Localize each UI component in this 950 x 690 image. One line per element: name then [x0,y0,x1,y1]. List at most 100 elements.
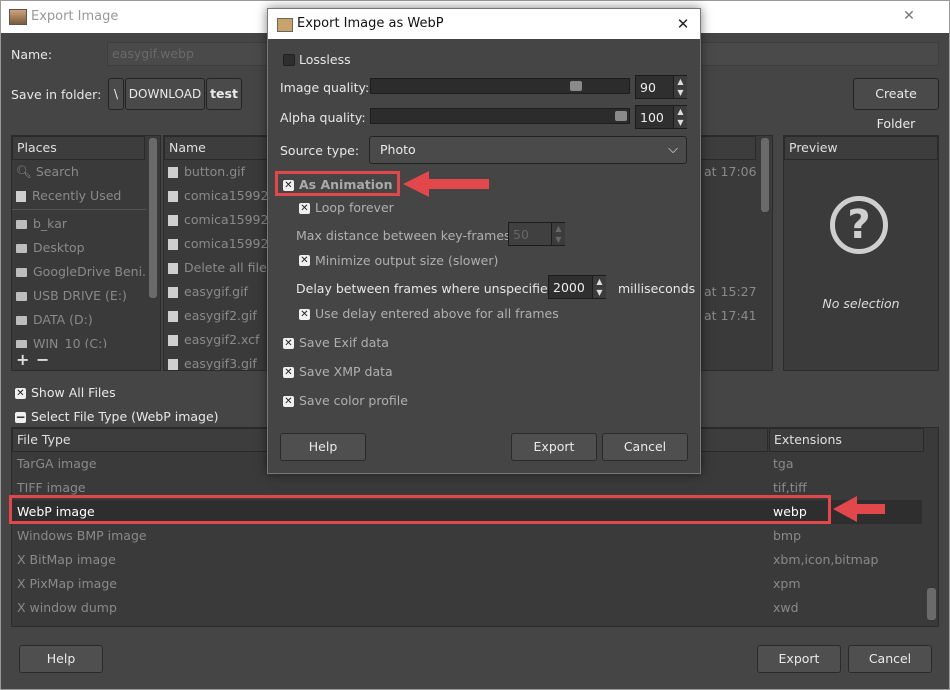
add-place-icon[interactable]: + [16,350,29,369]
dialog-help-button[interactable]: Help [280,433,366,461]
spin-down-icon[interactable]: ▼ [673,87,687,98]
search-icon: 🔍︎ [16,164,36,179]
image-file-icon [168,167,178,178]
cancel-button[interactable]: Cancel [848,645,932,673]
dialog-export-button[interactable]: Export [511,433,597,461]
delay-spin[interactable]: 2000 ▲ ▼ [548,275,606,299]
image-file-icon [168,311,178,322]
select-file-type-expander[interactable]: − [15,411,26,423]
loop-forever-checkbox[interactable]: ✕ [299,203,310,214]
spin-up-icon[interactable]: ▲ [673,76,687,87]
folder-icon [16,244,27,253]
arrow-left-icon [833,496,885,522]
spin-up-icon[interactable]: ▲ [551,223,565,234]
breadcrumb-download[interactable]: DOWNLOAD [125,78,205,110]
place-item-usb[interactable]: USB DRIVE (E:) [12,284,146,308]
delay-unit-label: milliseconds [618,281,696,296]
drive-icon [16,316,27,325]
places-scroll-thumb[interactable] [149,138,157,298]
name-label: Name: [11,47,53,62]
alpha-quality-slider-thumb[interactable] [615,111,627,121]
loop-forever-label: Loop forever [315,200,394,215]
create-folder-button[interactable]: Create Folder [853,78,939,131]
place-item-search[interactable]: 🔍︎ Search [12,160,146,184]
gimp-app-icon [277,18,293,32]
folder-icon [16,220,27,229]
lossless-checkbox[interactable] [283,54,295,66]
close-icon[interactable]: ✕ [897,5,921,27]
place-item-googledrive[interactable]: GoogleDrive Beni... [12,260,146,284]
image-quality-slider[interactable] [370,78,630,94]
webp-row-highlight [9,495,831,524]
place-item-data[interactable]: DATA (D:) [12,308,146,332]
preview-header: Preview [784,136,938,160]
remove-place-icon[interactable]: − [36,350,49,369]
gimp-app-icon [9,9,27,25]
save-in-folder-label: Save in folder: [11,87,102,102]
window-title: Export Image [31,9,119,24]
places-panel: Places 🔍︎ Search Recently Used b_kar Des… [11,135,161,371]
image-quality-label: Image quality: [280,80,370,95]
image-quality-spin[interactable]: 90 ▲ ▼ [635,75,687,99]
export-webp-dialog: Export Image as WebP ✕ Lossless Image qu… [267,8,701,474]
minimize-output-label: Minimize output size (slower) [315,253,499,268]
question-icon: ? [830,196,888,254]
export-button[interactable]: Export [757,645,841,673]
image-file-icon [168,335,178,346]
close-icon[interactable]: ✕ [672,13,694,35]
show-all-files-checkbox[interactable]: ✕ [15,388,26,399]
save-exif-checkbox[interactable]: ✕ [283,338,294,349]
source-type-label: Source type: [280,143,360,158]
help-button[interactable]: Help [19,645,103,673]
place-item-b-kar[interactable]: b_kar [12,212,146,236]
dialog-titlebar: Export Image as WebP ✕ [268,9,700,39]
file-type-row[interactable]: X BitMap image xbm,icon,bitmap [12,548,922,572]
file-type-scroll-thumb[interactable] [927,588,936,620]
max-distance-spin[interactable]: 50 ▲ ▼ [508,222,565,246]
save-exif-label: Save Exif data [299,335,389,350]
text-file-icon [168,263,178,274]
lossless-label: Lossless [299,52,351,67]
recent-icon [16,191,26,202]
extensions-header[interactable]: Extensions [769,428,924,452]
spin-down-icon[interactable]: ▼ [673,117,687,128]
spin-up-icon[interactable]: ▲ [592,276,606,287]
image-file-icon [168,359,178,370]
spin-down-icon[interactable]: ▼ [551,234,565,245]
file-type-scrollbar[interactable] [925,428,938,626]
files-scrollbar[interactable] [758,136,772,370]
drive-icon [16,340,27,348]
source-type-select[interactable]: Photo ⌵ [369,136,687,164]
place-item-win10[interactable]: WIN_10 (C:) [12,332,146,348]
place-item-recent[interactable]: Recently Used [12,184,146,208]
file-type-row[interactable]: Windows BMP image bmp [12,524,922,548]
use-delay-checkbox[interactable]: ✕ [299,309,310,320]
alpha-quality-slider[interactable] [370,108,630,124]
places-list: 🔍︎ Search Recently Used b_kar Desktop Go… [12,160,146,348]
image-file-icon [168,191,178,202]
image-quality-slider-thumb[interactable] [570,81,582,91]
chevron-down-icon: ⌵ [668,142,678,157]
preview-panel: Preview ? No selection [783,135,939,371]
place-item-desktop[interactable]: Desktop [12,236,146,260]
save-color-profile-checkbox[interactable]: ✕ [283,396,294,407]
spin-up-icon[interactable]: ▲ [673,106,687,117]
save-xmp-checkbox[interactable]: ✕ [283,367,294,378]
spin-down-icon[interactable]: ▼ [592,287,606,298]
places-divider [12,209,146,210]
show-all-files-label: Show All Files [31,385,116,400]
places-scrollbar[interactable] [147,136,159,348]
minimize-output-checkbox[interactable]: ✕ [299,255,310,266]
files-scroll-thumb[interactable] [761,138,769,212]
file-type-row[interactable]: X PixMap image xpm [12,572,922,596]
alpha-quality-spin[interactable]: 100 ▲ ▼ [635,105,687,129]
image-file-icon [168,215,178,226]
file-type-row[interactable]: X window dump xwd [12,596,922,620]
dialog-cancel-button[interactable]: Cancel [602,433,688,461]
breadcrumb-root[interactable]: \ [108,78,124,110]
save-xmp-label: Save XMP data [299,364,393,379]
image-file-icon [168,287,178,298]
preview-empty-text: No selection [822,296,900,311]
breadcrumb-test[interactable]: test [206,78,242,110]
places-header[interactable]: Places [12,136,145,160]
